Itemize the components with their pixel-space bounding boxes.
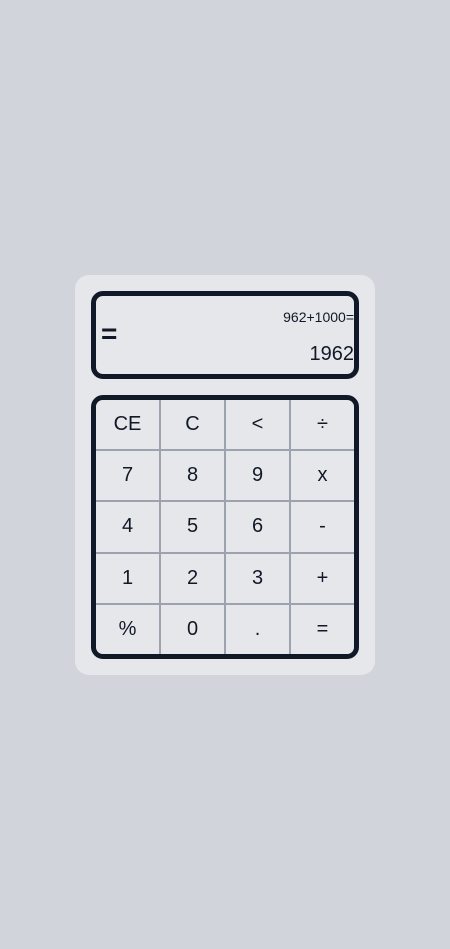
decimal-button[interactable]: . [226,604,289,654]
divide-button[interactable]: ÷ [291,400,354,450]
expression-text: 962+1000= [283,309,354,325]
display-panel: = 962+1000= 1962 [91,291,359,379]
digit-0-button[interactable]: 0 [161,604,224,654]
keypad: CE C < ÷ 7 8 9 x 4 5 6 - 1 2 3 + % 0 . = [91,395,359,659]
digit-9-button[interactable]: 9 [226,451,289,501]
digit-5-button[interactable]: 5 [161,502,224,552]
add-button[interactable]: + [291,553,354,603]
subtract-button[interactable]: - [291,502,354,552]
digit-6-button[interactable]: 6 [226,502,289,552]
digit-7-button[interactable]: 7 [96,451,159,501]
percent-button[interactable]: % [96,604,159,654]
digit-1-button[interactable]: 1 [96,553,159,603]
multiply-button[interactable]: x [291,451,354,501]
calculator: = 962+1000= 1962 CE C < ÷ 7 8 9 x 4 5 6 … [75,275,375,675]
equals-button[interactable]: = [291,604,354,654]
digit-4-button[interactable]: 4 [96,502,159,552]
digit-3-button[interactable]: 3 [226,553,289,603]
clear-button[interactable]: C [161,400,224,450]
digit-8-button[interactable]: 8 [161,451,224,501]
clear-entry-button[interactable]: CE [96,400,159,450]
equals-icon: = [101,318,118,349]
result-text: 1962 [309,343,355,365]
digit-2-button[interactable]: 2 [161,553,224,603]
backspace-button[interactable]: < [226,400,289,450]
